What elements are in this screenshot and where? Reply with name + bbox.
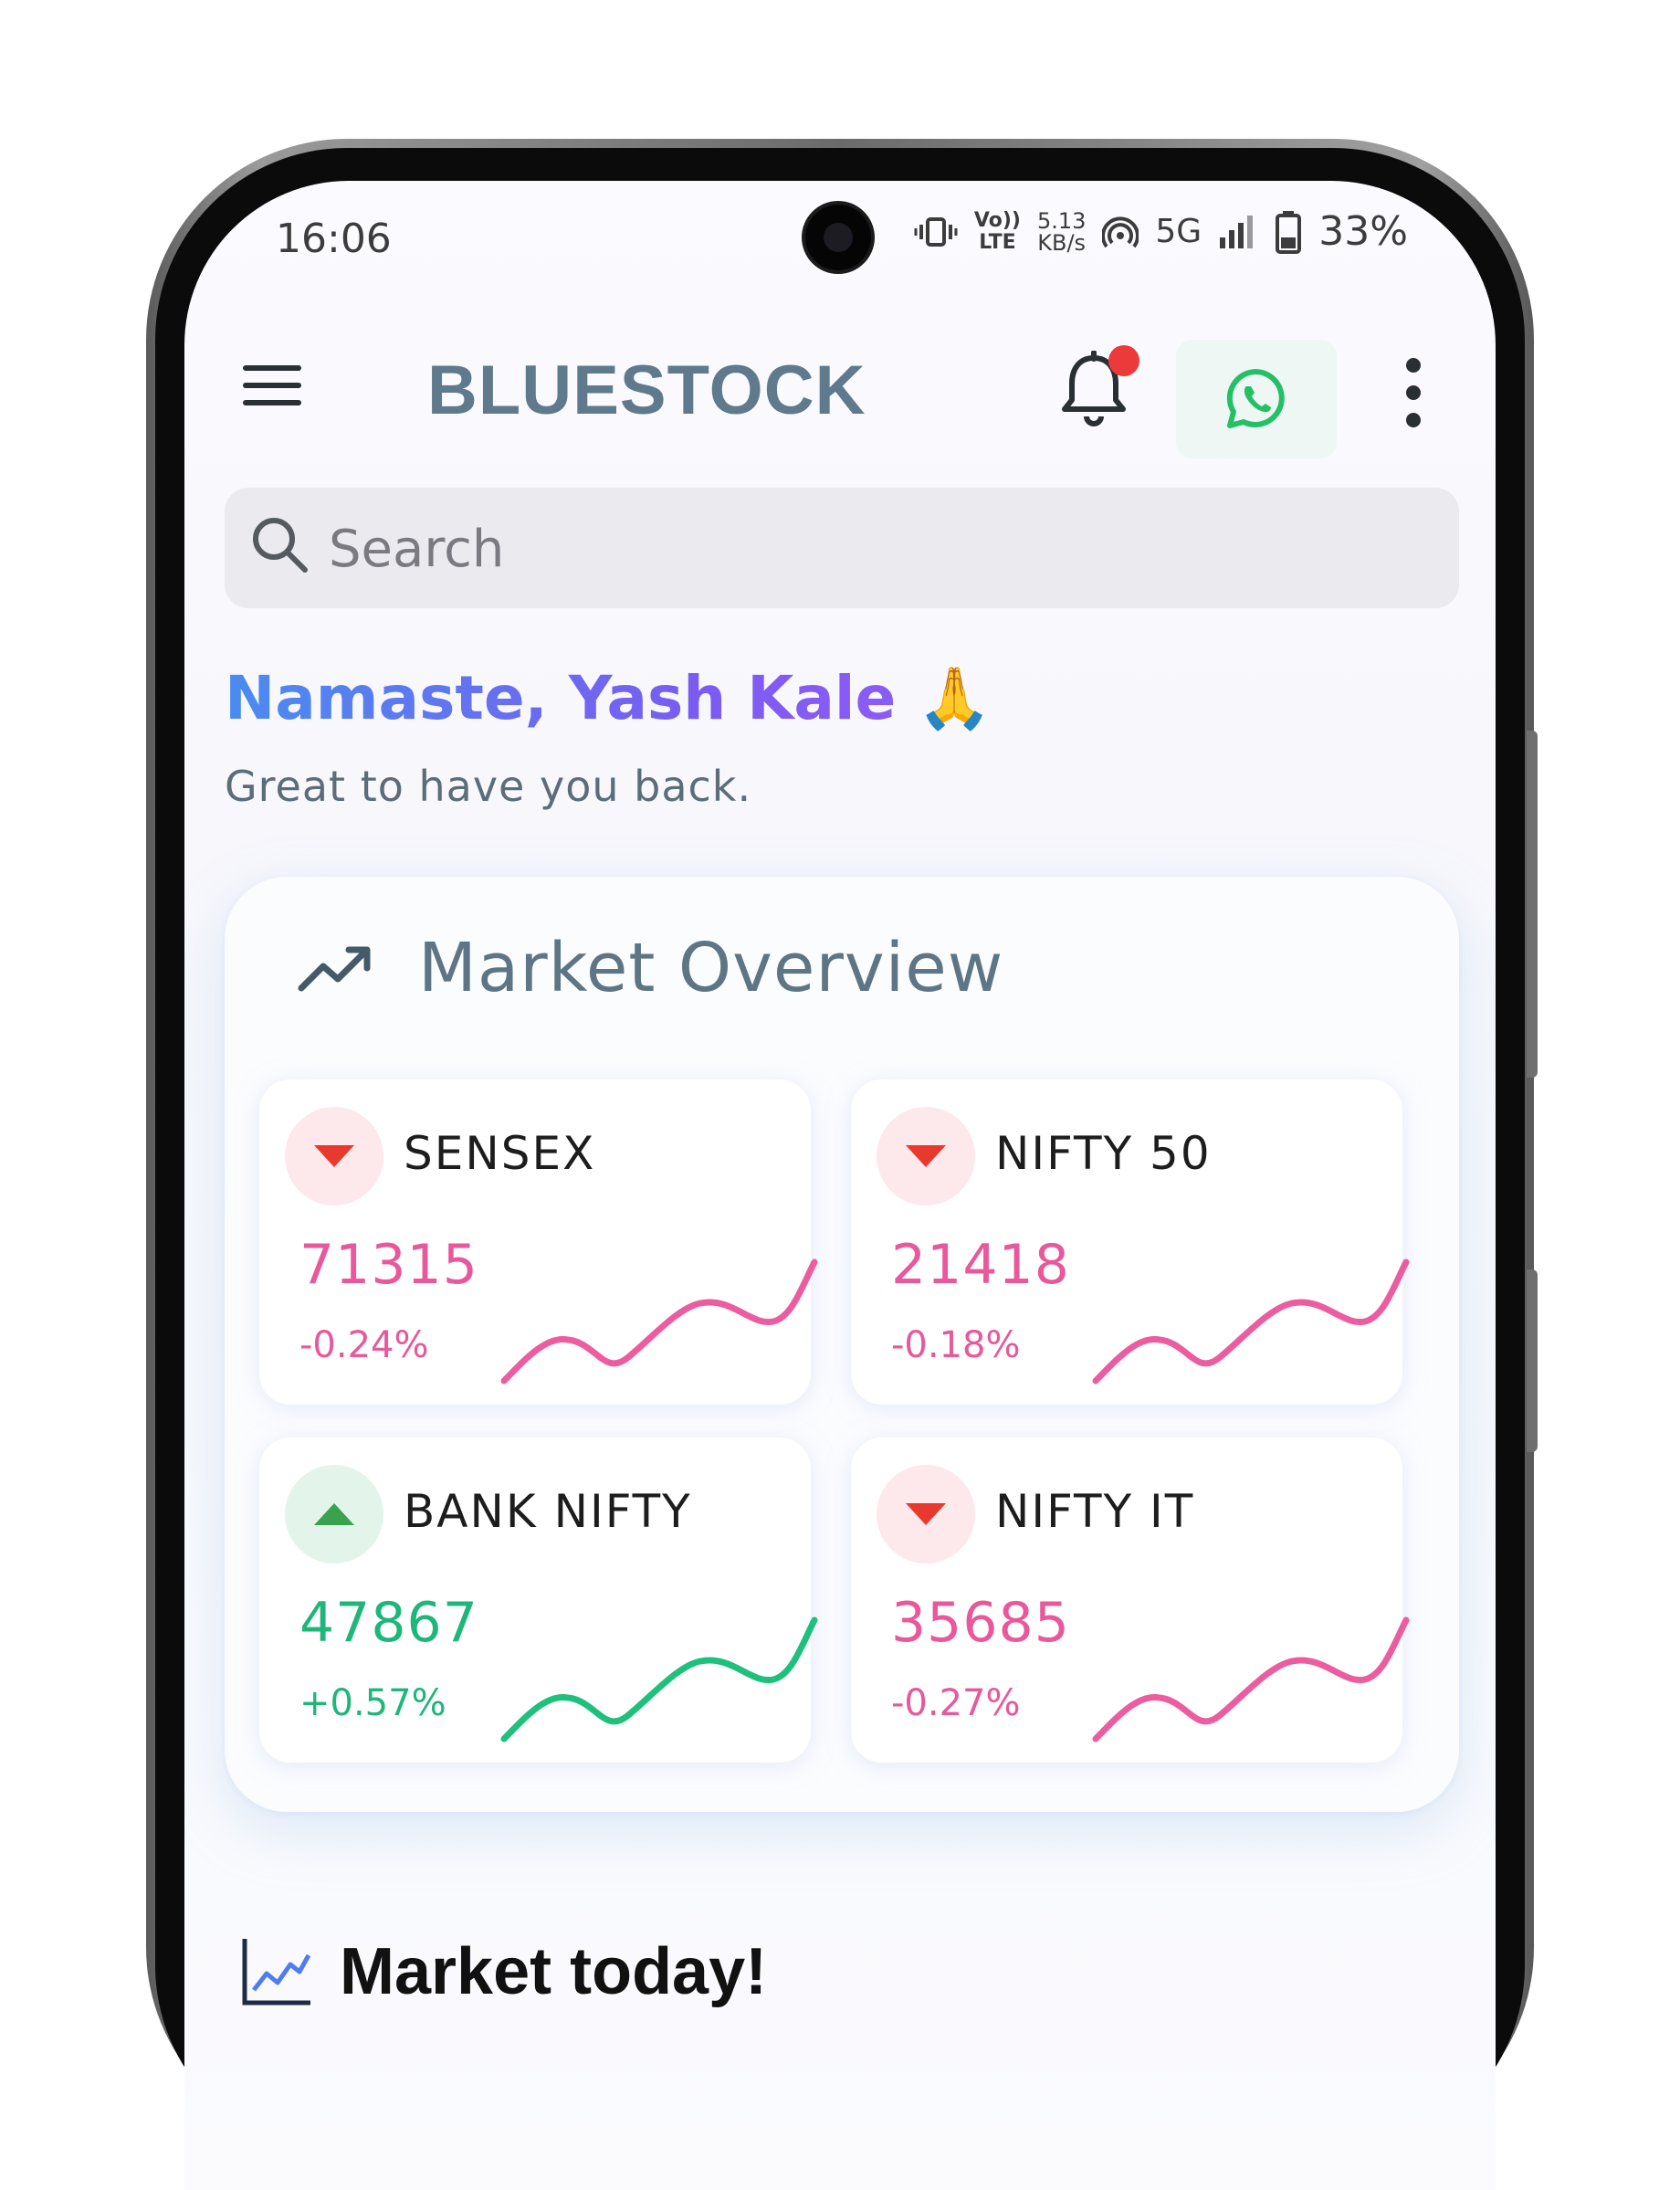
battery-percent: 33% (1318, 208, 1408, 255)
search-input[interactable] (327, 488, 1426, 610)
sparkline (500, 1258, 818, 1385)
index-change: -0.24% (299, 1324, 429, 1366)
network-speed: 5.13 KB/s (1036, 207, 1087, 256)
app-bar: BLUESTOCK (184, 318, 1496, 458)
market-overview-title: Market Overview (418, 929, 1004, 1007)
market-today-header: Market today! (241, 1934, 767, 2009)
index-name: NIFTY 50 (995, 1127, 1212, 1180)
whatsapp-icon (1226, 368, 1285, 428)
index-value: 71315 (299, 1233, 478, 1297)
page: 16:06 Vo)) LTE 5.13 KB/s 5G 33% BLUESTOC… (0, 0, 1680, 2190)
sparkline (1092, 1616, 1410, 1743)
network-type: 5G (1155, 213, 1202, 250)
arrow-down-icon (906, 1503, 946, 1525)
volte-indicator: Vo)) LTE (973, 208, 1021, 254)
market-overview-card: Market Overview SENSEX 71315 -0.24% NIFT… (225, 877, 1459, 1812)
greeting-heading: Namaste, Yash Kale 🙏 (225, 663, 992, 734)
market-overview-header: Market Overview (298, 922, 1003, 1014)
more-vertical-icon (1406, 358, 1421, 373)
battery-icon (1276, 210, 1302, 254)
direction-badge (285, 1465, 383, 1564)
status-icons: Vo)) LTE 5.13 KB/s 5G 33% (914, 208, 1408, 255)
index-value: 21418 (891, 1233, 1070, 1297)
index-change: -0.27% (891, 1682, 1021, 1724)
direction-badge (877, 1107, 975, 1206)
namaste-emoji-icon: 🙏 (917, 663, 992, 733)
index-card-nifty-it[interactable]: NIFTY IT 35685 -0.27% (851, 1437, 1410, 1763)
notification-dot (1108, 345, 1139, 376)
index-change: +0.57% (299, 1682, 446, 1724)
sparkline (1092, 1258, 1410, 1385)
menu-icon (243, 365, 301, 371)
arrow-down-icon (906, 1145, 946, 1167)
line-chart-icon (242, 1939, 311, 2006)
front-camera (805, 205, 871, 270)
search-icon (253, 518, 308, 573)
whatsapp-button[interactable] (1176, 340, 1337, 458)
index-name: BANK NIFTY (404, 1485, 692, 1538)
index-name: SENSEX (404, 1127, 596, 1180)
vibrate-icon (914, 216, 958, 247)
greeting-subtitle: Great to have you back. (225, 762, 752, 811)
volume-button (1527, 731, 1538, 1078)
brand-title: BLUESTOCK (427, 352, 866, 429)
arrow-up-icon (314, 1503, 354, 1525)
sparkline (500, 1616, 818, 1743)
market-today-title: Market today! (340, 1935, 768, 2008)
index-card-sensex[interactable]: SENSEX 71315 -0.24% (259, 1079, 818, 1405)
index-value: 47867 (299, 1591, 478, 1655)
phone-screen: 16:06 Vo)) LTE 5.13 KB/s 5G 33% BLUESTOC… (184, 181, 1496, 2190)
hotspot-icon (1102, 216, 1139, 247)
index-card-nifty-50[interactable]: NIFTY 50 21418 -0.18% (851, 1079, 1410, 1405)
status-time: 16:06 (276, 216, 392, 262)
index-card-bank-nifty[interactable]: BANK NIFTY 47867 +0.57% (259, 1437, 818, 1763)
search-bar[interactable] (225, 488, 1459, 610)
direction-badge (877, 1465, 975, 1564)
trending-up-icon (298, 946, 371, 992)
index-name: NIFTY IT (995, 1485, 1195, 1538)
signal-icon (1220, 215, 1254, 248)
power-button (1527, 1269, 1538, 1452)
direction-badge (285, 1107, 383, 1206)
arrow-down-icon (314, 1145, 354, 1167)
greeting-title: Namaste, Yash Kale (225, 663, 897, 733)
status-bar: 16:06 Vo)) LTE 5.13 KB/s 5G 33% (184, 181, 1496, 290)
menu-button[interactable] (239, 358, 305, 413)
index-value: 35685 (891, 1591, 1070, 1655)
more-options-button[interactable] (1395, 356, 1432, 429)
index-change: -0.18% (891, 1324, 1021, 1366)
